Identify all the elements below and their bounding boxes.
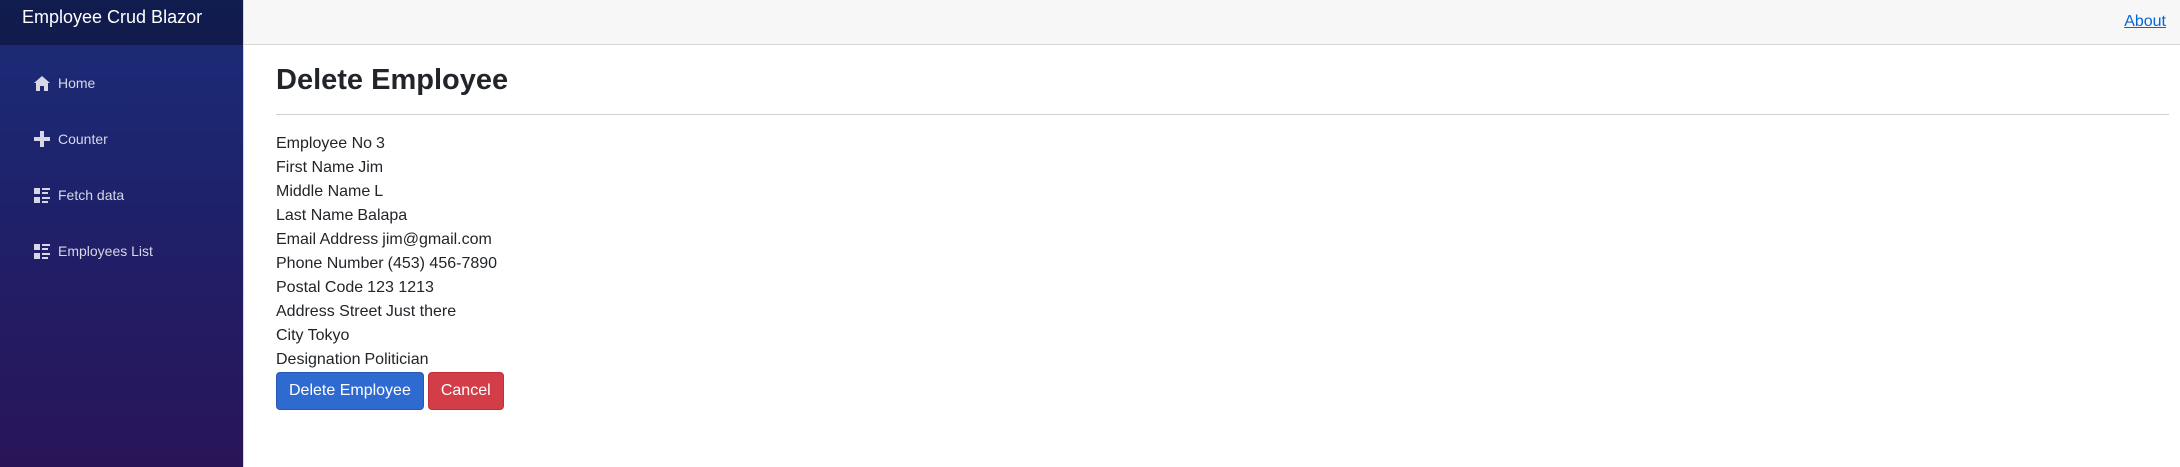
field-value: Just there — [385, 302, 457, 320]
sidebar-item-employees-list[interactable]: Employees List — [0, 223, 243, 279]
field-value: 3 — [376, 134, 385, 152]
app-window: Employee Crud Blazor Home Counter Fetch … — [0, 0, 2180, 467]
field-label: Postal Code — [276, 278, 364, 296]
field-label: Employee No — [276, 134, 373, 152]
home-icon — [33, 75, 50, 92]
sidebar-item-home[interactable]: Home — [0, 55, 243, 111]
top-bar: About — [244, 0, 2180, 45]
delete-employee-button[interactable]: Delete Employee — [276, 371, 424, 410]
sidebar-item-label: Home — [58, 75, 96, 91]
field-label: City — [276, 326, 304, 344]
detail-phone-number: Phone Number (453) 456-7890 — [276, 252, 2169, 276]
field-value: L — [374, 182, 384, 200]
action-buttons: Delete Employee Cancel — [276, 371, 2169, 410]
list-rich-icon — [33, 187, 50, 204]
field-value: Jim — [358, 158, 384, 176]
sidebar-item-label: Counter — [58, 131, 108, 147]
detail-employee-no: Employee No 3 — [276, 132, 2169, 156]
field-value: (453) 456-7890 — [387, 254, 498, 272]
field-label: First Name — [276, 158, 355, 176]
page-title: Delete Employee — [276, 64, 509, 96]
field-value: Politician — [364, 350, 429, 368]
detail-first-name: First Name Jim — [276, 156, 2169, 180]
detail-postal-code: Postal Code 123 1213 — [276, 276, 2169, 300]
sidebar-nav: Home Counter Fetch data Employees List — [0, 45, 243, 279]
detail-designation: Designation Politician — [276, 348, 2169, 372]
field-value: jim@gmail.com — [382, 230, 492, 248]
field-label: Address Street — [276, 302, 382, 320]
brand-bar: Employee Crud Blazor — [0, 0, 243, 45]
sidebar-item-label: Employees List — [58, 243, 153, 259]
detail-middle-name: Middle Name L — [276, 180, 2169, 204]
detail-email-address: Email Address jim@gmail.com — [276, 228, 2169, 252]
field-value: Balapa — [357, 206, 408, 224]
list-rich-icon — [33, 243, 50, 260]
field-value: Tokyo — [307, 326, 350, 344]
field-label: Last Name — [276, 206, 354, 224]
sidebar: Employee Crud Blazor Home Counter Fetch … — [0, 0, 243, 467]
brand-link[interactable]: Employee Crud Blazor — [22, 7, 202, 28]
main-content: About Delete Employee Employee No 3 First… — [243, 0, 2180, 467]
sidebar-item-label: Fetch data — [58, 187, 125, 203]
field-label: Designation — [276, 350, 361, 368]
plus-icon — [33, 131, 50, 148]
cancel-button[interactable]: Cancel — [427, 371, 504, 410]
field-label: Middle Name — [276, 182, 371, 200]
page-body: Delete Employee Employee No 3 First Name J… — [244, 45, 2180, 410]
sidebar-item-counter[interactable]: Counter — [0, 111, 243, 167]
sidebar-item-fetch-data[interactable]: Fetch data — [0, 167, 243, 223]
detail-city: City Tokyo — [276, 324, 2169, 348]
detail-address-street: Address Street Just there — [276, 300, 2169, 324]
detail-last-name: Last Name Balapa — [276, 204, 2169, 228]
field-label: Phone Number — [276, 254, 384, 272]
field-value: 123 1213 — [367, 278, 434, 296]
about-link[interactable]: About — [2124, 13, 2166, 31]
divider — [276, 113, 2169, 115]
field-label: Email Address — [276, 230, 379, 248]
employee-details: Employee No 3 First Name Jim Middle Name L … — [276, 132, 2169, 372]
